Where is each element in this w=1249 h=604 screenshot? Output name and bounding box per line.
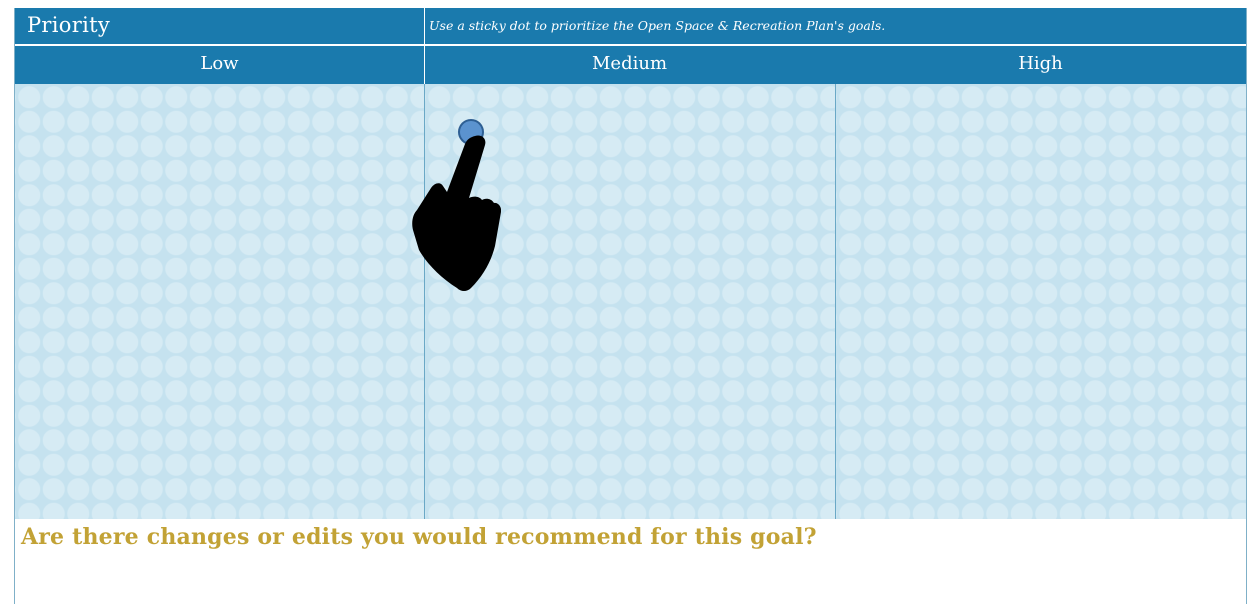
question-text: Are there changes or edits you would rec… <box>21 524 817 550</box>
title-cell: Priority <box>15 8 425 44</box>
instruction-text: Use a sticky dot to prioritize the Open … <box>429 18 886 33</box>
column-header-row: Low Medium High <box>15 46 1246 84</box>
column-header-low: Low <box>15 46 425 84</box>
column-header-high: High <box>1018 53 1063 74</box>
dot-column-high[interactable] <box>836 84 1246 519</box>
pointing-hand-icon <box>412 135 501 291</box>
page-title: Priority <box>27 13 110 37</box>
title-row: Priority Use a sticky dot to prioritize … <box>15 8 1246 44</box>
column-header-medium: Medium <box>425 46 835 84</box>
dot-grid-area <box>15 84 1246 519</box>
question-area[interactable]: Are there changes or edits you would rec… <box>15 519 1246 604</box>
dot-column-low[interactable] <box>15 84 425 519</box>
priority-board: Priority Use a sticky dot to prioritize … <box>14 8 1247 604</box>
